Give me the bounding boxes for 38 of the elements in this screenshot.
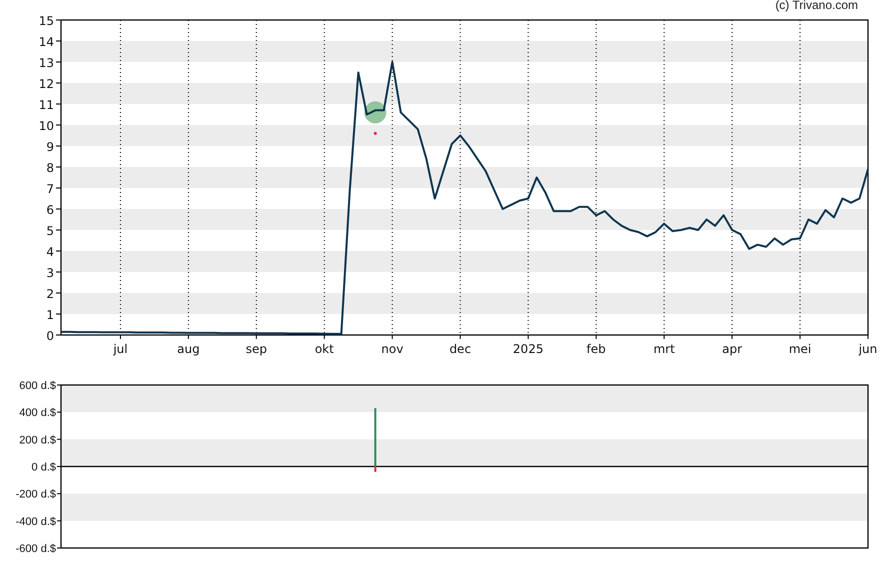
y-tick-label: 10 <box>38 119 54 133</box>
x-tick-label: apr <box>722 342 742 356</box>
y-tick-label: 7 <box>46 182 54 196</box>
x-tick-label: mei <box>788 342 812 356</box>
y-tick-label: 0 d.$ <box>32 462 56 474</box>
y-tick-label: 15 <box>38 14 54 28</box>
y-tick-label: 12 <box>38 77 54 91</box>
y-tick-label: 14 <box>38 35 54 49</box>
y-tick-label: 600 d.$ <box>19 380 56 392</box>
y-tick-label: 200 d.$ <box>19 434 56 446</box>
y-tick-label: 4 <box>46 245 54 259</box>
x-tick-label: aug <box>177 342 200 356</box>
signal-dot <box>374 132 377 135</box>
y-tick-label: 1 <box>46 308 54 322</box>
x-tick-label: dec <box>449 342 472 356</box>
x-tick-label: jun <box>858 342 878 356</box>
y-tick-label: 5 <box>46 224 54 238</box>
x-tick-label: mrt <box>653 342 675 356</box>
y-tick-label: 11 <box>38 98 54 112</box>
highlight-circle <box>364 101 386 124</box>
x-tick-label: feb <box>586 342 606 356</box>
x-tick-label: okt <box>314 342 334 356</box>
y-tick-label: 3 <box>46 266 54 280</box>
y-tick-label: -600 d.$ <box>16 543 56 555</box>
y-tick-label: -200 d.$ <box>16 488 56 501</box>
y-tick-label: 8 <box>46 161 54 175</box>
y-tick-label: 2 <box>46 287 54 301</box>
y-tick-label: 13 <box>38 56 54 70</box>
y-tick-label: 9 <box>46 140 54 154</box>
copyright-text: (c) Trivano.com <box>775 0 858 12</box>
y-tick-label: 400 d.$ <box>19 407 56 420</box>
y-tick-label: 0 <box>46 329 54 343</box>
y-tick-label: 6 <box>46 203 54 217</box>
y-tick-label: -400 d.$ <box>16 516 56 528</box>
x-tick-label: sep <box>246 342 267 356</box>
x-tick-label: nov <box>381 342 404 356</box>
x-tick-label: jul <box>113 342 128 356</box>
x-tick-label: 2025 <box>512 342 544 356</box>
